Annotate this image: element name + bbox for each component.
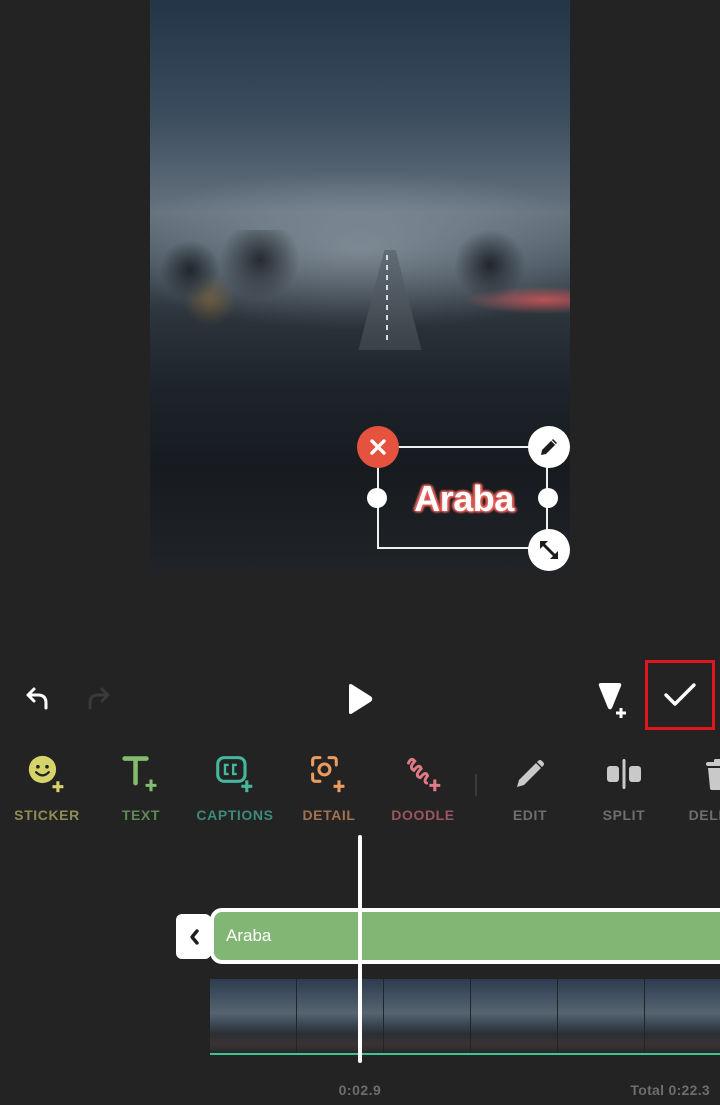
text-add-icon <box>121 754 161 794</box>
tool-text[interactable]: TEXT <box>94 742 188 830</box>
current-time: 0:02.9 <box>338 1082 382 1098</box>
pencil-icon <box>541 439 557 455</box>
split-icon <box>604 754 644 794</box>
chevron-left-icon <box>189 928 199 945</box>
video-thumbnail <box>384 979 471 1055</box>
add-keyframe-button[interactable] <box>590 676 636 722</box>
captions-add-icon <box>215 754 255 794</box>
text-clip-label: Araba <box>226 926 272 945</box>
text-overlay[interactable]: Araba <box>404 476 524 522</box>
redo-button[interactable] <box>78 678 118 718</box>
tool-edit[interactable]: EDIT <box>483 742 577 830</box>
tool-label: TEXT <box>121 807 161 823</box>
close-icon <box>370 439 386 455</box>
play-icon <box>349 684 373 714</box>
sticker-add-icon <box>27 754 67 794</box>
left-resize-handle[interactable] <box>367 488 387 508</box>
undo-icon <box>26 687 48 710</box>
video-thumbnail <box>645 979 720 1055</box>
tool-label: DOODLE <box>391 807 455 823</box>
delete-overlay-button[interactable] <box>357 426 399 468</box>
tool-sticker[interactable]: STICKER <box>0 742 94 830</box>
undo-button[interactable] <box>18 678 58 718</box>
tool-doodle[interactable]: DOODLE <box>376 742 470 830</box>
tool-split[interactable]: SPLIT <box>577 742 671 830</box>
playhead[interactable] <box>358 835 362 1063</box>
trash-icon <box>698 754 720 794</box>
video-thumbnail <box>297 979 384 1055</box>
tool-label: CAPTIONS <box>196 807 274 823</box>
video-thumbnail <box>471 979 558 1055</box>
right-resize-handle[interactable] <box>538 488 558 508</box>
doodle-add-icon <box>403 754 443 794</box>
text-clip[interactable]: Araba <box>210 908 720 964</box>
video-thumbnail <box>210 979 297 1055</box>
detail-add-icon <box>309 754 349 794</box>
checkmark-icon <box>664 683 696 706</box>
resize-arrows-icon <box>540 541 558 559</box>
total-duration: Total 0:22.3 <box>630 1082 710 1098</box>
tool-detail[interactable]: DETAIL <box>282 742 376 830</box>
preview-scenery <box>150 230 570 350</box>
confirm-button[interactable] <box>645 660 715 730</box>
editor-screen: Araba STICKER TEXT CAPTIONS DETAIL DOODL… <box>0 0 720 1105</box>
tool-row[interactable]: STICKER TEXT CAPTIONS DETAIL DOODLE EDIT… <box>0 742 720 830</box>
scale-rotate-handle[interactable] <box>528 529 570 571</box>
edit-overlay-button[interactable] <box>528 426 570 468</box>
tool-label: DELETE <box>688 807 720 823</box>
play-button[interactable] <box>338 678 380 720</box>
tool-label: STICKER <box>14 807 80 823</box>
tool-label: EDIT <box>512 807 548 823</box>
audio-track-line <box>210 1053 720 1055</box>
tool-label: SPLIT <box>602 807 646 823</box>
preview-runway-stripes <box>386 255 388 345</box>
pencil-icon <box>510 754 550 794</box>
collapse-track-button[interactable] <box>176 914 211 959</box>
video-thumbnail <box>558 979 645 1055</box>
tool-delete[interactable]: DELETE <box>671 742 720 830</box>
tool-captions[interactable]: CAPTIONS <box>188 742 282 830</box>
add-keyframe-icon <box>598 683 626 718</box>
tool-label: DETAIL <box>302 807 356 823</box>
tool-divider <box>475 774 477 796</box>
video-track[interactable] <box>210 979 720 1055</box>
redo-icon <box>88 687 110 710</box>
